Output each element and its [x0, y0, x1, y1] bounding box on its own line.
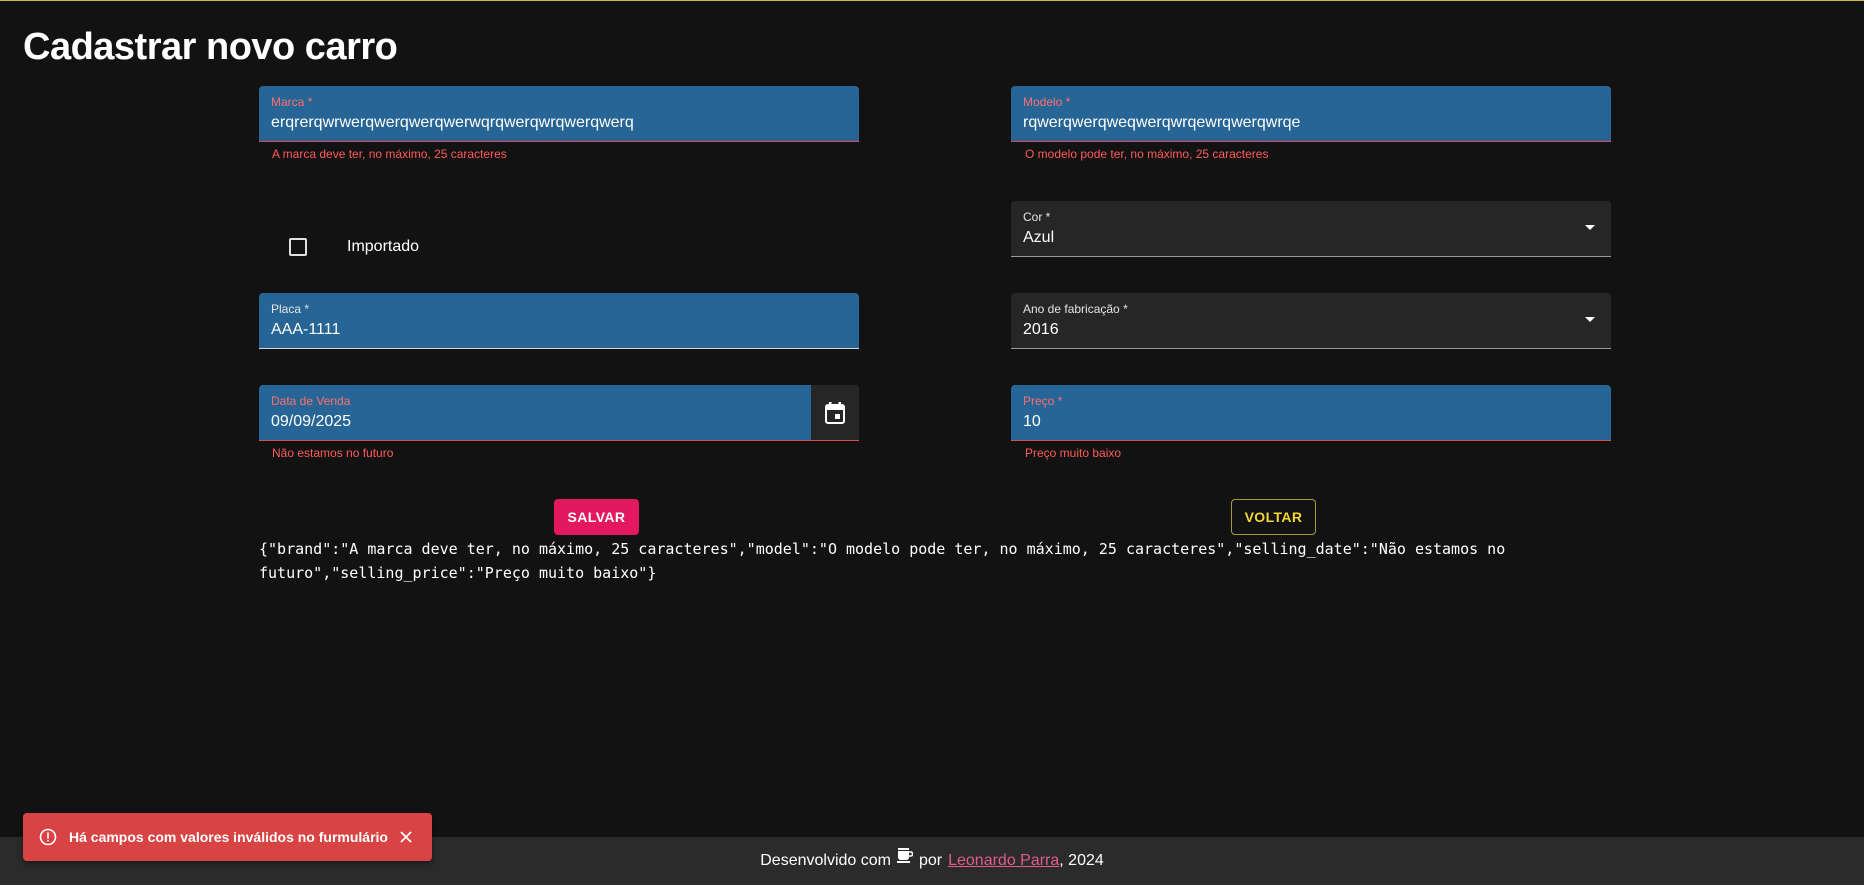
- author-link[interactable]: Leonardo Parra: [948, 852, 1059, 870]
- footer-suffix: , 2024: [1059, 852, 1104, 869]
- calendar-button[interactable]: [811, 385, 859, 441]
- brand-input[interactable]: erqrerqwrwerqwerqwerqwerwqrqwerqwrqwerqw…: [271, 113, 847, 133]
- top-accent-line: [0, 0, 1864, 1]
- caret-down-icon: [1585, 225, 1595, 230]
- caret-down-icon: [1585, 317, 1595, 322]
- price-error: Preço muito baixo: [1025, 446, 1122, 460]
- year-value: 2016: [1023, 321, 1059, 338]
- color-label: Cor *: [1023, 210, 1051, 224]
- year-select[interactable]: Ano de fabricação * 2016: [1011, 293, 1611, 349]
- save-button[interactable]: SALVAR: [554, 499, 639, 535]
- selling-date-error: Não estamos no futuro: [272, 446, 394, 460]
- selling-date-field[interactable]: Data de Venda 09/09/2025: [259, 385, 811, 441]
- errors-json-output: {"brand":"A marca deve ter, no máximo, 2…: [259, 540, 1515, 582]
- plate-label: Placa *: [271, 302, 310, 316]
- selling-date-input[interactable]: 09/09/2025: [271, 412, 799, 432]
- brand-field[interactable]: Marca * erqrerqwrwerqwerqwerqwerwqrqwerq…: [259, 86, 859, 142]
- model-field[interactable]: Modelo * rqwerqwerqweqwerqwrqewrqwerqwrq…: [1011, 86, 1611, 142]
- back-button[interactable]: VOLTAR: [1231, 499, 1316, 535]
- plate-input[interactable]: AAA-1111: [271, 320, 847, 340]
- close-icon: [400, 831, 412, 843]
- brand-label: Marca *: [271, 95, 313, 109]
- toast-close-button[interactable]: [396, 827, 416, 847]
- plate-field[interactable]: Placa * AAA-1111: [259, 293, 859, 349]
- footer-by: por: [918, 852, 943, 869]
- model-input[interactable]: rqwerqwerqweqwerqwrqewrqwerqwrqe: [1023, 113, 1599, 133]
- toast-message: Há campos com valores inválidos no furmu…: [69, 829, 388, 845]
- calendar-icon: [825, 401, 845, 424]
- brand-error: A marca deve ter, no máximo, 25 caracter…: [272, 147, 507, 161]
- price-field[interactable]: Preço * 10: [1011, 385, 1611, 441]
- model-label: Modelo *: [1023, 95, 1071, 109]
- selling-date-label: Data de Venda: [271, 394, 351, 408]
- color-select[interactable]: Cor * Azul: [1011, 201, 1611, 257]
- imported-checkbox[interactable]: [289, 238, 307, 256]
- page-title: Cadastrar novo carro: [23, 26, 398, 68]
- color-value: Azul: [1023, 229, 1055, 246]
- price-label: Preço *: [1023, 394, 1063, 408]
- footer-prefix: Desenvolvido com: [760, 852, 891, 869]
- imported-label: Importado: [347, 238, 420, 255]
- model-error: O modelo pode ter, no máximo, 25 caracte…: [1025, 147, 1269, 161]
- alert-circle-icon: [39, 828, 57, 846]
- year-label: Ano de fabricação *: [1023, 302, 1128, 316]
- price-input[interactable]: 10: [1023, 412, 1599, 432]
- error-toast: Há campos com valores inválidos no furmu…: [23, 813, 432, 861]
- coffee-icon: [896, 848, 914, 868]
